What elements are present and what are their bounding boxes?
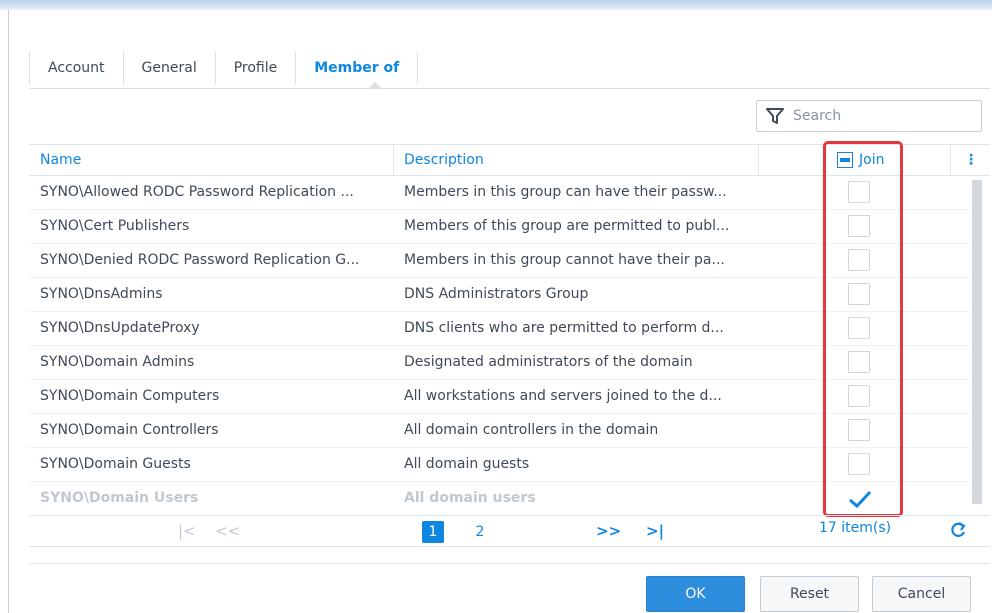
item-count: 17 item(s) [819, 520, 892, 536]
group-name-cell: SYNO\Allowed RODC Password Replication .… [40, 184, 354, 200]
search-field[interactable]: Search [756, 100, 982, 132]
previous-page-icon[interactable]: << [215, 518, 240, 544]
group-name-cell: SYNO\Domain Computers [40, 388, 220, 404]
group-name-cell: SYNO\DnsAdmins [40, 286, 163, 302]
search-placeholder[interactable]: Search [793, 108, 841, 124]
last-page-icon[interactable]: >| [646, 518, 664, 544]
cancel-button[interactable]: Cancel [872, 576, 971, 612]
join-checkbox[interactable] [848, 283, 870, 305]
table-row[interactable]: SYNO\DnsUpdateProxy DNS clients who are p… [29, 311, 969, 346]
group-name-cell: SYNO\Domain Guests [40, 456, 191, 472]
table-row[interactable]: SYNO\Domain Guests All domain guests [29, 447, 969, 482]
table-row[interactable]: SYNO\Domain Computers All workstations an… [29, 379, 969, 414]
next-page-icon[interactable]: >> [596, 518, 621, 544]
page-1-button[interactable]: 1 [422, 521, 444, 543]
join-checkbox[interactable] [848, 453, 870, 475]
group-name-cell: SYNO\Domain Users [40, 490, 199, 506]
group-name-cell: SYNO\Denied RODC Password Replication G.… [40, 252, 360, 268]
column-divider [950, 145, 951, 175]
group-name-cell: SYNO\Domain Controllers [40, 422, 219, 438]
table-row[interactable]: SYNO\Domain Users All domain users [29, 481, 969, 516]
group-description-cell: All workstations and servers joined to t… [404, 388, 722, 404]
refresh-icon[interactable] [949, 520, 967, 544]
join-checkbox[interactable] [848, 487, 872, 509]
dialog-title-bar [0, 0, 992, 10]
group-description-cell: DNS Administrators Group [404, 286, 589, 302]
join-checkbox[interactable] [848, 419, 870, 441]
pagination-bar: |< << 1 2 >> >| 17 item(s) [29, 515, 990, 547]
table-row[interactable]: SYNO\Denied RODC Password Replication G.… [29, 243, 969, 278]
group-description-cell: Members in this group can have their pas… [404, 184, 727, 200]
column-menu-icon[interactable]: ⋮ [964, 145, 978, 175]
group-description-cell: Members of this group are permitted to p… [404, 218, 730, 234]
join-checkbox[interactable] [848, 215, 870, 237]
join-checkbox[interactable] [848, 181, 870, 203]
group-description-cell: Designated administrators of the domain [404, 354, 693, 370]
column-header-name[interactable]: Name [40, 145, 81, 175]
join-checkbox[interactable] [848, 317, 870, 339]
footer-divider [29, 563, 990, 564]
tab-bar: Account General Profile Member of [29, 52, 990, 89]
group-name-cell: SYNO\Domain Admins [40, 354, 195, 370]
active-tab-pointer [368, 82, 382, 89]
join-checkbox[interactable] [848, 249, 870, 271]
group-description-cell: All domain users [404, 490, 536, 506]
select-all-checkbox[interactable] [837, 152, 853, 168]
group-description-cell: All domain guests [404, 456, 530, 472]
reset-button[interactable]: Reset [760, 576, 859, 612]
table-row[interactable]: SYNO\Allowed RODC Password Replication .… [29, 175, 969, 210]
first-page-icon[interactable]: |< [178, 518, 196, 544]
table-row[interactable]: SYNO\Domain Admins Designated administrat… [29, 345, 969, 380]
member-of-grid: Name Description Join ⋮ SYNO\Allowed ROD… [29, 144, 990, 548]
column-divider [758, 145, 759, 175]
group-description-cell: Members in this group cannot have their … [404, 252, 725, 268]
column-header-join[interactable]: Join [837, 145, 884, 175]
group-name-cell: SYNO\Cert Publishers [40, 218, 190, 234]
group-name-cell: SYNO\DnsUpdateProxy [40, 320, 200, 336]
page-2-button[interactable]: 2 [469, 521, 491, 543]
table-row[interactable]: SYNO\DnsAdmins DNS Administrators Group [29, 277, 969, 312]
table-row[interactable]: SYNO\Domain Controllers All domain contro… [29, 413, 969, 448]
filter-icon[interactable] [766, 108, 784, 129]
column-header-description[interactable]: Description [404, 145, 484, 175]
join-checkbox[interactable] [848, 351, 870, 373]
group-description-cell: All domain controllers in the domain [404, 422, 659, 438]
vertical-scrollbar[interactable] [972, 180, 982, 504]
column-divider [393, 145, 394, 175]
tab-account[interactable]: Account [29, 52, 123, 84]
checkmark-icon [849, 490, 872, 509]
join-column-label: Join [859, 152, 885, 168]
group-description-cell: DNS clients who are permitted to perform… [404, 320, 724, 336]
grid-header: Name Description Join ⋮ [29, 144, 990, 176]
tab-profile[interactable]: Profile [214, 52, 296, 84]
ok-button[interactable]: OK [646, 576, 745, 612]
tab-member-of[interactable]: Member of [295, 52, 419, 84]
join-checkbox[interactable] [848, 385, 870, 407]
tab-general[interactable]: General [122, 52, 215, 84]
table-row[interactable]: SYNO\Cert Publishers Members of this grou… [29, 209, 969, 244]
